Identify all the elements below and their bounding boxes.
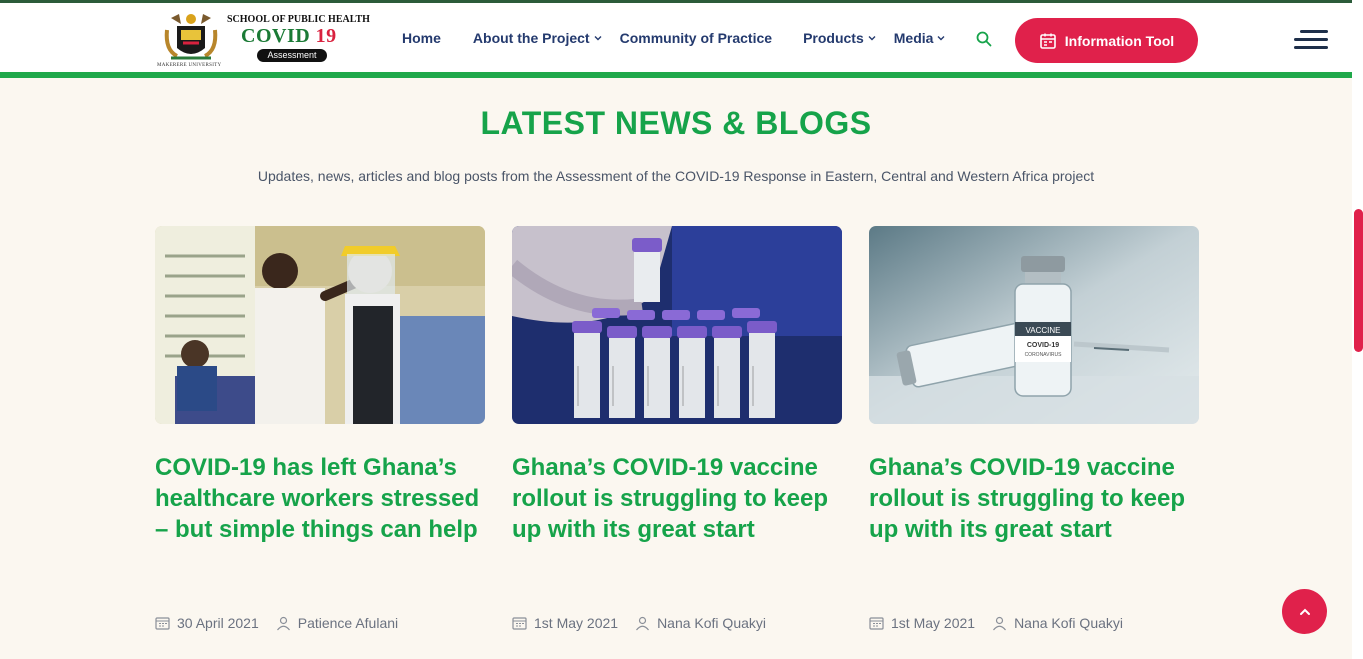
post-image-vaccine-syringe[interactable]: VACCINE COVID-19 CORONAVIRUS bbox=[869, 226, 1199, 424]
post-title-link[interactable]: Ghana’s COVID-19 vaccine rollout is stru… bbox=[869, 452, 1199, 545]
information-tool-button[interactable]: Information Tool bbox=[1015, 18, 1198, 63]
post-author[interactable]: Nana Kofi Quakyi bbox=[1014, 615, 1123, 631]
calendar-icon bbox=[512, 617, 527, 630]
news-card: Ghana’s COVID-19 vaccine rollout is stru… bbox=[512, 226, 842, 631]
calendar-icon bbox=[155, 617, 170, 630]
nav-about-the-project[interactable]: About the Project bbox=[473, 30, 602, 46]
post-date: 1st May 2021 bbox=[534, 615, 619, 631]
post-image-vaccine-vials[interactable] bbox=[512, 226, 842, 424]
university-crest-icon bbox=[164, 14, 218, 60]
post-author[interactable]: Nana Kofi Quakyi bbox=[657, 615, 766, 631]
logo-covid-text: COVID 19 bbox=[241, 25, 337, 47]
site-header: SCHOOL OF PUBLIC HEALTH COVID 19 Assessm… bbox=[0, 3, 1352, 72]
news-card: VACCINE COVID-19 CORONAVIRUS Ghana’s COV… bbox=[869, 226, 1199, 631]
post-title-link[interactable]: COVID-19 has left Ghana’s healthcare wor… bbox=[155, 452, 485, 545]
header-accent-line bbox=[0, 72, 1352, 78]
chevron-down-icon bbox=[937, 36, 945, 41]
logo-school-text: SCHOOL OF PUBLIC HEALTH bbox=[227, 14, 370, 25]
logo-university-text: MAKERERE UNIVERSITY bbox=[157, 63, 222, 68]
information-tool-label: Information Tool bbox=[1064, 32, 1175, 49]
logo-assessment-badge: Assessment bbox=[257, 49, 327, 62]
vial-label-coronavirus: CORONAVIRUS bbox=[1025, 352, 1063, 358]
chevron-down-icon bbox=[868, 36, 876, 41]
chevron-down-icon bbox=[594, 36, 602, 41]
post-author-wrap: Nana Kofi Quakyi bbox=[992, 615, 1123, 631]
post-meta: 1st May 2021 Nana Kofi Quakyi bbox=[869, 615, 1123, 631]
post-author[interactable]: Patience Afulani bbox=[298, 615, 398, 631]
nav-community-of-practice[interactable]: Community of Practice bbox=[620, 30, 772, 46]
main-nav: Home About the Project Community of Prac… bbox=[402, 30, 945, 46]
chevron-up-icon bbox=[1299, 608, 1310, 615]
post-image-health-worker[interactable] bbox=[155, 226, 485, 424]
post-author-wrap: Nana Kofi Quakyi bbox=[635, 615, 766, 631]
post-title-link[interactable]: Ghana’s COVID-19 vaccine rollout is stru… bbox=[512, 452, 842, 545]
post-meta: 1st May 2021 Nana Kofi Quakyi bbox=[512, 615, 766, 631]
user-icon bbox=[636, 616, 650, 630]
user-icon bbox=[993, 616, 1007, 630]
post-date: 30 April 2021 bbox=[177, 615, 259, 631]
calendar-icon bbox=[869, 617, 884, 630]
vial-label-vaccine: VACCINE bbox=[1026, 326, 1061, 335]
hamburger-menu-icon[interactable] bbox=[1294, 30, 1328, 50]
site-logo[interactable]: SCHOOL OF PUBLIC HEALTH COVID 19 Assessm… bbox=[157, 10, 370, 70]
back-to-top-button[interactable] bbox=[1282, 589, 1327, 634]
post-meta: 30 April 2021 Patience Afulani bbox=[155, 615, 398, 631]
vial-label-covid: COVID-19 bbox=[1027, 342, 1059, 349]
search-icon[interactable] bbox=[975, 30, 993, 48]
calendar-icon bbox=[1039, 33, 1056, 49]
section-title: LATEST NEWS & BLOGS bbox=[480, 105, 872, 141]
post-author-wrap: Patience Afulani bbox=[276, 615, 398, 631]
nav-products[interactable]: Products bbox=[803, 30, 876, 46]
user-icon bbox=[276, 616, 290, 630]
nav-media[interactable]: Media bbox=[894, 30, 946, 46]
scrollbar-thumb[interactable] bbox=[1354, 209, 1363, 352]
news-card: COVID-19 has left Ghana’s healthcare wor… bbox=[155, 226, 485, 631]
section-subtitle: Updates, news, articles and blog posts f… bbox=[257, 168, 1095, 184]
nav-home[interactable]: Home bbox=[402, 30, 441, 46]
post-date: 1st May 2021 bbox=[891, 615, 976, 631]
